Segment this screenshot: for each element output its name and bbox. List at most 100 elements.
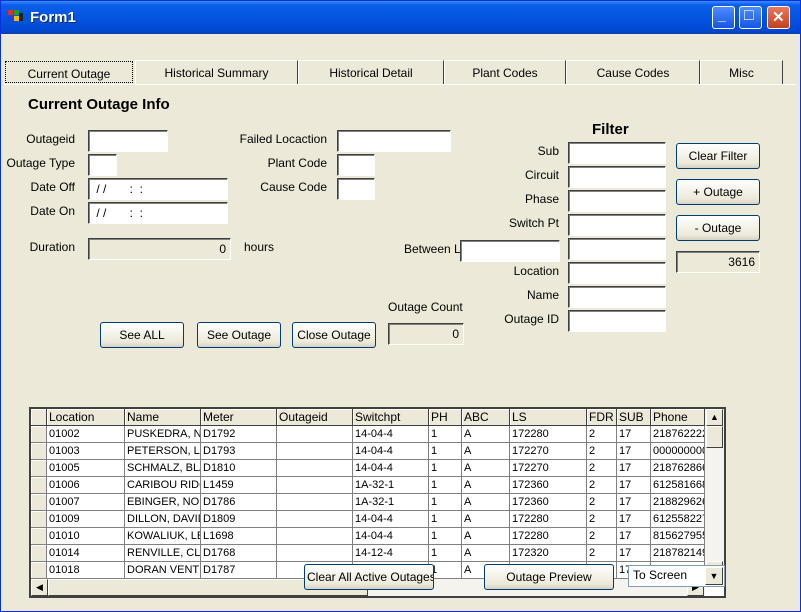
outage-id-filter-field[interactable] bbox=[568, 310, 666, 332]
cell-outageid[interactable] bbox=[277, 545, 353, 562]
cell-outageid[interactable] bbox=[277, 426, 353, 443]
tab-historical-summary[interactable]: Historical Summary bbox=[135, 60, 298, 84]
cell-switchpt[interactable]: 14-04-4 bbox=[353, 511, 429, 528]
tab-plant-codes[interactable]: Plant Codes bbox=[444, 60, 566, 84]
outage-preview-button[interactable]: Outage Preview bbox=[484, 564, 614, 590]
col-header-sub[interactable]: SUB bbox=[617, 409, 651, 426]
row-selector[interactable] bbox=[31, 443, 47, 460]
cell-location[interactable]: 01018 bbox=[47, 562, 125, 579]
outageid-field[interactable] bbox=[88, 130, 168, 152]
col-header-name[interactable]: Name bbox=[125, 409, 201, 426]
cell-fdr[interactable]: 2 bbox=[587, 426, 617, 443]
cell-ls[interactable]: 172270 bbox=[510, 460, 587, 477]
cell-switchpt[interactable]: 1A-32-1 bbox=[353, 494, 429, 511]
cell-abc[interactable]: A bbox=[462, 545, 510, 562]
cell-fdr[interactable]: 2 bbox=[587, 460, 617, 477]
cell-phone[interactable]: 2187628668 bbox=[651, 460, 705, 477]
row-selector[interactable] bbox=[31, 528, 47, 545]
cell-ph[interactable]: 1 bbox=[429, 477, 462, 494]
cell-switchpt[interactable]: 14-04-4 bbox=[353, 443, 429, 460]
close-outage-button[interactable]: Close Outage bbox=[292, 322, 376, 348]
cell-ph[interactable]: 1 bbox=[429, 528, 462, 545]
cell-name[interactable]: RENVILLE, CLAUDE bbox=[125, 545, 201, 562]
cell-ph[interactable]: 1 bbox=[429, 494, 462, 511]
cell-name[interactable]: SCHMALZ, BLAIR bbox=[125, 460, 201, 477]
cell-switchpt[interactable]: 14-04-4 bbox=[353, 460, 429, 477]
cell-location[interactable]: 01007 bbox=[47, 494, 125, 511]
cell-meter[interactable]: D1792 bbox=[201, 426, 277, 443]
row-selector[interactable] bbox=[31, 494, 47, 511]
cell-switchpt[interactable]: 1A-32-1 bbox=[353, 477, 429, 494]
failed-location-field[interactable] bbox=[337, 130, 451, 152]
cell-meter[interactable]: D1786 bbox=[201, 494, 277, 511]
cell-outageid[interactable] bbox=[277, 511, 353, 528]
cell-ls[interactable]: 172360 bbox=[510, 494, 587, 511]
dropdown-arrow-icon[interactable]: ▼ bbox=[705, 567, 723, 585]
cell-outageid[interactable] bbox=[277, 443, 353, 460]
cell-switchpt[interactable]: 14-04-4 bbox=[353, 426, 429, 443]
add-outage-button[interactable]: + Outage bbox=[676, 179, 760, 205]
cell-fdr[interactable]: 2 bbox=[587, 511, 617, 528]
cell-ls[interactable]: 172360 bbox=[510, 477, 587, 494]
plant-code-field[interactable] bbox=[337, 154, 375, 176]
col-header-ph[interactable]: PH bbox=[429, 409, 462, 426]
cell-name[interactable]: CARIBOU RIDGE bbox=[125, 477, 201, 494]
col-header-phone[interactable]: Phone bbox=[651, 409, 705, 426]
row-selector[interactable] bbox=[31, 477, 47, 494]
cell-location[interactable]: 01010 bbox=[47, 528, 125, 545]
cell-ls[interactable]: 172320 bbox=[510, 545, 587, 562]
cell-location[interactable]: 01002 bbox=[47, 426, 125, 443]
cell-ph[interactable]: 1 bbox=[429, 511, 462, 528]
cell-outageid[interactable] bbox=[277, 477, 353, 494]
cell-name[interactable]: DILLON, DAVID bbox=[125, 511, 201, 528]
phase-filter-field[interactable] bbox=[568, 190, 666, 212]
col-header-meter[interactable]: Meter bbox=[201, 409, 277, 426]
cell-meter[interactable]: L1459 bbox=[201, 477, 277, 494]
clear-filter-button[interactable]: Clear Filter bbox=[676, 143, 760, 169]
row-selector[interactable] bbox=[31, 562, 47, 579]
cell-fdr[interactable]: 2 bbox=[587, 545, 617, 562]
cell-switchpt[interactable]: 14-04-4 bbox=[353, 528, 429, 545]
sub-filter-field[interactable] bbox=[568, 142, 666, 164]
cell-sub[interactable]: 17 bbox=[617, 528, 651, 545]
cell-meter[interactable]: D1810 bbox=[201, 460, 277, 477]
cell-abc[interactable]: A bbox=[462, 528, 510, 545]
cell-sub[interactable]: 17 bbox=[617, 443, 651, 460]
cell-location[interactable]: 01014 bbox=[47, 545, 125, 562]
cell-fdr[interactable]: 2 bbox=[587, 443, 617, 460]
vertical-scroll-thumb[interactable] bbox=[706, 426, 723, 448]
cell-phone[interactable]: 6125582270 bbox=[651, 511, 705, 528]
cell-abc[interactable]: A bbox=[462, 511, 510, 528]
col-header-outageid[interactable]: Outageid bbox=[277, 409, 353, 426]
cell-fdr[interactable]: 2 bbox=[587, 528, 617, 545]
cell-location[interactable]: 01009 bbox=[47, 511, 125, 528]
col-header-location[interactable]: Location bbox=[47, 409, 125, 426]
see-outage-button[interactable]: See Outage bbox=[197, 322, 281, 348]
cell-ls[interactable]: 172280 bbox=[510, 426, 587, 443]
output-destination-select[interactable]: To Screen ▼ bbox=[628, 565, 725, 587]
circuit-filter-field[interactable] bbox=[568, 166, 666, 188]
cell-sub[interactable]: 17 bbox=[617, 545, 651, 562]
cell-abc[interactable]: A bbox=[462, 477, 510, 494]
maximize-button[interactable]: □ bbox=[739, 6, 762, 29]
cause-code-field[interactable] bbox=[337, 178, 375, 200]
cell-phone[interactable]: 2187622222 bbox=[651, 426, 705, 443]
tab-cause-codes[interactable]: Cause Codes bbox=[566, 60, 700, 84]
minimize-button[interactable]: _ bbox=[712, 6, 735, 29]
cell-outageid[interactable] bbox=[277, 494, 353, 511]
remove-outage-button[interactable]: - Outage bbox=[676, 215, 760, 241]
date-on-field[interactable]: / / : : bbox=[88, 202, 228, 224]
title-bar[interactable]: Form1 _ □ ✕ bbox=[1, 1, 800, 34]
cell-meter[interactable]: D1787 bbox=[201, 562, 277, 579]
cell-meter[interactable]: D1809 bbox=[201, 511, 277, 528]
name-filter-field[interactable] bbox=[568, 286, 666, 308]
cell-ls[interactable]: 172280 bbox=[510, 528, 587, 545]
tab-historical-detail[interactable]: Historical Detail bbox=[298, 60, 444, 84]
scroll-up-icon[interactable]: ▲ bbox=[706, 409, 723, 426]
cell-sub[interactable]: 17 bbox=[617, 426, 651, 443]
cell-location[interactable]: 01005 bbox=[47, 460, 125, 477]
cell-meter[interactable]: D1768 bbox=[201, 545, 277, 562]
cell-phone[interactable]: 8156279550 bbox=[651, 528, 705, 545]
cell-ph[interactable]: 1 bbox=[429, 545, 462, 562]
grid-vertical-scrollbar[interactable]: ▲ ▼ bbox=[705, 409, 724, 579]
